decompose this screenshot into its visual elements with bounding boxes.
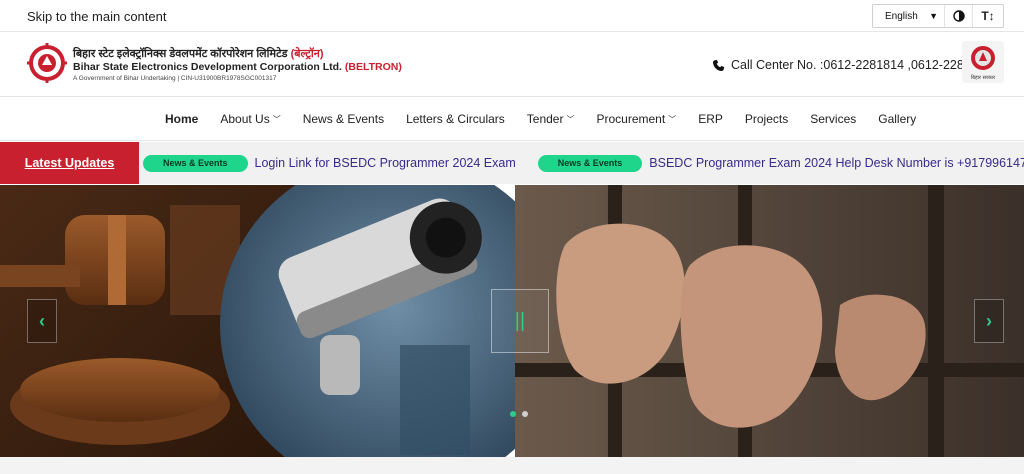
org-name-english-text: Bihar State Electronics Development Corp… [73, 61, 342, 73]
chevron-down-icon: ﹀ [566, 114, 575, 124]
nav-item-about-us[interactable]: About Us ﹀ [220, 112, 280, 126]
news-events-badge: News & Events [537, 154, 643, 172]
language-select[interactable]: English ▼ [873, 5, 945, 27]
language-value: English [885, 10, 918, 22]
chevron-down-icon: ﹀ [272, 114, 281, 124]
carousel-dot[interactable] [510, 411, 516, 417]
skip-to-content-link[interactable]: Skip to the main content [27, 9, 166, 24]
call-center-text: Call Center No. :0612-2281814 ,0612-2281… [731, 58, 992, 72]
carousel-dot[interactable] [522, 411, 528, 417]
nav-label: Services [810, 112, 857, 126]
accessibility-tools: English ▼ T↕ [872, 4, 1004, 28]
org-name-hindi-text: बिहार स्टेट इलेक्ट्रॉनिक्स डेवलपमेंट कॉर… [73, 48, 288, 60]
hero-carousel: ‹ || › [0, 185, 1024, 457]
nav-label: About Us [220, 112, 270, 126]
nav-label: Procurement [596, 112, 666, 126]
ticker-item: News & Events BSEDC Programmer Exam 2024… [537, 154, 1024, 172]
bihar-govt-emblem-icon: बिहार सरकार [962, 41, 1004, 83]
latest-updates-link[interactable]: Latest Updates [0, 142, 139, 184]
top-utility-bar: Skip to the main content English ▼ T↕ [0, 0, 1024, 32]
beltron-logo-icon[interactable] [27, 43, 67, 83]
nav-item-erp[interactable]: ERP [698, 112, 723, 126]
section-divider [0, 457, 1024, 474]
pause-icon: || [514, 309, 526, 332]
nav-item-tender[interactable]: Tender ﹀ [527, 112, 575, 126]
text-size-button[interactable]: T↕ [973, 5, 1003, 27]
text-size-icon: T↕ [981, 9, 995, 23]
chevron-down-icon: ▼ [929, 11, 938, 21]
carousel-next-button[interactable]: › [974, 299, 1004, 343]
carousel-indicators [510, 411, 528, 417]
ticker-track: News & Events Login Link for BSEDC Progr… [143, 153, 1024, 173]
chevron-right-icon: › [986, 310, 992, 331]
emblem-caption: बिहार सरकार [971, 74, 996, 81]
org-name-english: Bihar State Electronics Development Corp… [73, 61, 402, 73]
org-name-hindi: बिहार स्टेट इलेक्ट्रॉनिक्स डेवलपमेंट कॉर… [73, 46, 323, 61]
news-events-badge: News & Events [143, 154, 248, 172]
nav-item-procurement[interactable]: Procurement ﹀ [596, 112, 676, 126]
ticker-item-link[interactable]: BSEDC Programmer Exam 2024 Help Desk Num… [649, 156, 1024, 170]
phone-icon [712, 59, 725, 71]
carousel-pause-button[interactable]: || [491, 289, 549, 353]
carousel-prev-button[interactable]: ‹ [27, 299, 57, 343]
nav-item-gallery[interactable]: Gallery [878, 112, 916, 126]
nav-item-home[interactable]: Home [165, 112, 198, 126]
nav-item-services[interactable]: Services [810, 112, 856, 126]
ticker-item: News & Events Login Link for BSEDC Progr… [143, 154, 516, 172]
ticker-item-link[interactable]: Login Link for BSEDC Programmer 2024 Exa… [255, 156, 516, 170]
main-navigation: Home About Us ﹀ News & Events Letters & C… [0, 98, 1024, 141]
nav-label: Home [165, 112, 199, 126]
call-center: Call Center No. :0612-2281814 ,0612-2281… [712, 58, 992, 72]
org-short-english: (BELTRON) [344, 61, 402, 73]
contrast-icon [952, 10, 965, 22]
site-header: बिहार स्टेट इलेक्ट्रॉनिक्स डेवलपमेंट कॉर… [0, 33, 1024, 97]
chevron-left-icon: ‹ [39, 310, 45, 331]
nav-item-letters-circulars[interactable]: Letters & Circulars [406, 112, 505, 126]
nav-label: Projects [744, 112, 789, 126]
contrast-toggle-button[interactable] [945, 5, 973, 27]
nav-label: Tender [526, 112, 564, 126]
nav-item-projects[interactable]: Projects [745, 112, 788, 126]
nav-label: News & Events [302, 112, 385, 126]
org-subtitle: A Government of Bihar Undertaking | CIN-… [73, 75, 277, 82]
latest-updates-ticker: Latest Updates News & Events Login Link … [0, 142, 1024, 184]
chevron-down-icon: ﹀ [668, 114, 677, 124]
nav-item-news-events[interactable]: News & Events [303, 112, 384, 126]
nav-label: ERP [698, 112, 723, 126]
nav-label: Gallery [878, 112, 917, 126]
nav-label: Letters & Circulars [406, 112, 505, 126]
org-short-hindi: (बेल्ट्रॉन) [290, 48, 324, 60]
